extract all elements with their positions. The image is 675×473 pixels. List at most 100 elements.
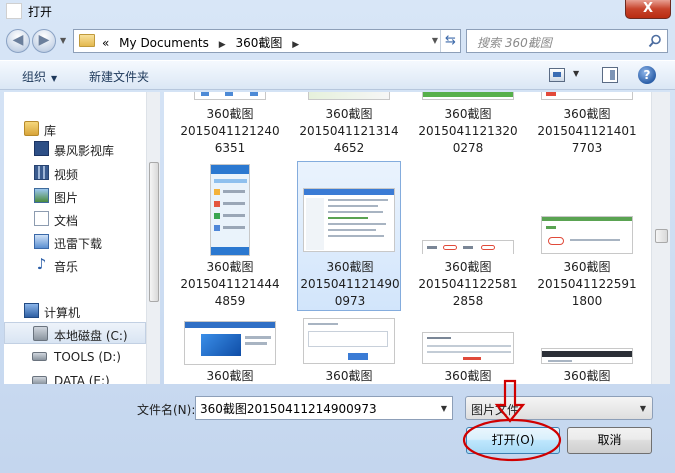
file-thumbnail xyxy=(422,332,514,364)
file-tile[interactable]: 360截图 2015041121444 4859 xyxy=(178,162,282,312)
file-type-value: 图片文件 xyxy=(471,403,520,417)
file-name-line-1: 360截图 xyxy=(206,369,254,383)
address-bar[interactable]: « My Documents ▶ 360截图 ▶ ▼ ⇆ xyxy=(73,29,461,53)
disk-icon xyxy=(33,326,48,341)
nav-item-label: 迅雷下载 xyxy=(54,237,103,251)
nav-pane-scrollbar[interactable] xyxy=(146,92,160,384)
nav-item-label: DATA (E:) xyxy=(54,374,110,384)
downloads-icon xyxy=(34,234,49,249)
chevron-down-icon: ▼ xyxy=(639,404,646,413)
view-options-dropdown[interactable]: ▼ xyxy=(573,69,579,78)
breadcrumb-360-screenshots[interactable]: 360截图 xyxy=(235,36,282,50)
file-name-line-1: 360截图 xyxy=(326,260,374,274)
navigation-bar: ◀ ▶ ▼ « My Documents ▶ 360截图 ▶ ▼ ⇆ 搜索 36… xyxy=(0,26,675,56)
music-icon: ♪ xyxy=(36,255,47,273)
new-folder-button[interactable]: 新建文件夹 xyxy=(89,68,149,85)
file-type-select[interactable]: 图片文件 ▼ xyxy=(465,396,653,420)
file-list: 360截图 2015041121240 6351 360截图 201504112… xyxy=(164,92,670,384)
file-name-line-2: 2015041121401 xyxy=(537,124,637,138)
title-bar: 打开 X xyxy=(0,0,675,24)
nav-item-tools-d[interactable]: TOOLS (D:) xyxy=(4,346,146,368)
file-thumbnail xyxy=(422,92,514,100)
close-button[interactable]: X xyxy=(625,0,671,19)
file-thumbnail xyxy=(194,92,266,100)
search-input[interactable]: 搜索 360截图 xyxy=(477,34,552,51)
refresh-button[interactable]: ⇆ xyxy=(440,30,460,52)
file-name-line-1: 360截图 xyxy=(444,260,492,274)
file-name-line-2: 2015041121240 xyxy=(180,124,280,138)
file-tile[interactable]: 360截图 xyxy=(535,318,639,384)
window-title: 打开 xyxy=(28,5,53,19)
cancel-button[interactable]: 取消 xyxy=(567,427,652,454)
pictures-icon xyxy=(34,188,49,203)
nav-item-pictures[interactable]: 图片 xyxy=(4,185,146,207)
chevron-down-icon: ▼ xyxy=(51,74,58,83)
file-name-line-1: 360截图 xyxy=(325,369,373,383)
app-icon xyxy=(6,3,22,19)
nav-item-thunder-downloads[interactable]: 迅雷下载 xyxy=(4,231,146,253)
file-thumbnail xyxy=(541,216,633,254)
breadcrumb-overflow[interactable]: « xyxy=(102,36,109,50)
breadcrumb-my-documents[interactable]: My Documents xyxy=(119,36,209,50)
video-icon xyxy=(34,165,49,180)
nav-item-documents[interactable]: 文档 xyxy=(4,208,146,230)
file-thumbnail xyxy=(541,348,633,364)
nav-item-data-e[interactable]: DATA (E:) xyxy=(4,370,146,384)
file-thumbnail xyxy=(210,164,250,256)
back-button[interactable]: ◀ xyxy=(6,29,30,53)
file-name-line-2: 2015041121444 xyxy=(180,277,280,291)
open-file-dialog: 打开 X ◀ ▶ ▼ « My Documents ▶ 360截图 ▶ ▼ ⇆ … xyxy=(0,0,675,473)
breadcrumb: « My Documents ▶ 360截图 ▶ xyxy=(102,34,305,51)
chevron-right-icon[interactable]: ▶ xyxy=(219,40,226,50)
disk-icon xyxy=(32,376,47,384)
open-button[interactable]: 打开(O) xyxy=(466,427,560,454)
nav-item-computer[interactable]: 计算机 xyxy=(4,300,146,322)
file-name-line-2: 2015041121314 xyxy=(299,124,399,138)
file-tile[interactable]: 360截图 xyxy=(178,318,282,384)
chevron-down-icon[interactable]: ▼ xyxy=(441,404,447,413)
file-name-line-3: 0278 xyxy=(452,141,484,155)
nav-item-local-disk-c[interactable]: 本地磁盘 (C:) xyxy=(4,322,146,344)
nav-item-library[interactable]: 库 xyxy=(4,118,146,140)
file-name-line-3: 6351 xyxy=(214,141,246,155)
view-options-icon[interactable] xyxy=(549,68,565,82)
file-name-line-1: 360截图 xyxy=(206,107,254,121)
nav-item-label: 本地磁盘 (C:) xyxy=(54,329,128,343)
folder-icon xyxy=(79,34,95,47)
search-icon[interactable] xyxy=(648,34,662,48)
nav-item-videos[interactable]: 视频 xyxy=(4,162,146,184)
preview-pane-icon[interactable] xyxy=(602,67,618,83)
file-tile[interactable]: 360截图 xyxy=(297,318,401,384)
nav-item-music[interactable]: ♪ 音乐 xyxy=(4,254,146,276)
forward-button[interactable]: ▶ xyxy=(32,29,56,53)
search-box[interactable]: 搜索 360截图 xyxy=(466,29,668,53)
documents-icon xyxy=(34,211,49,226)
nav-item-video-library[interactable]: 暴风影视库 xyxy=(4,138,146,160)
file-list-scrollbar[interactable] xyxy=(651,92,670,384)
nav-item-label: 图片 xyxy=(54,191,79,205)
file-name-line-2: 2015041122591 xyxy=(537,277,637,291)
file-tile[interactable]: 360截图 2015041122591 1800 xyxy=(535,162,639,312)
file-tile[interactable]: 360截图 xyxy=(416,318,520,384)
file-name-line-3: 4859 xyxy=(214,294,246,308)
file-tile[interactable]: 360截图 2015041122581 2858 xyxy=(416,162,520,312)
file-tile-selected[interactable]: 360截图 2015041121490 0973 xyxy=(297,161,401,311)
video-library-icon xyxy=(34,141,49,156)
chevron-right-icon[interactable]: ▶ xyxy=(292,40,299,50)
filename-field[interactable]: ▼ xyxy=(195,396,453,420)
file-list-scroll-thumb[interactable] xyxy=(655,229,668,243)
filename-input[interactable] xyxy=(200,399,426,417)
file-name-line-2: 2015041121320 xyxy=(418,124,518,138)
file-name-line-2: 2015041121490 xyxy=(300,277,400,291)
file-name-line-1: 360截图 xyxy=(325,107,373,121)
address-history-dropdown[interactable]: ▼ xyxy=(432,36,438,45)
help-icon[interactable]: ? xyxy=(638,66,656,84)
nav-item-label: 计算机 xyxy=(44,306,81,320)
nav-item-label: 视频 xyxy=(54,168,79,182)
recent-pages-dropdown[interactable]: ▼ xyxy=(60,36,66,45)
file-name-line-1: 360截图 xyxy=(563,369,611,383)
file-thumbnail xyxy=(303,318,395,364)
file-thumbnail xyxy=(308,92,390,100)
organize-menu[interactable]: 组织 ▼ xyxy=(22,68,57,85)
nav-pane-scroll-thumb[interactable] xyxy=(149,162,159,302)
